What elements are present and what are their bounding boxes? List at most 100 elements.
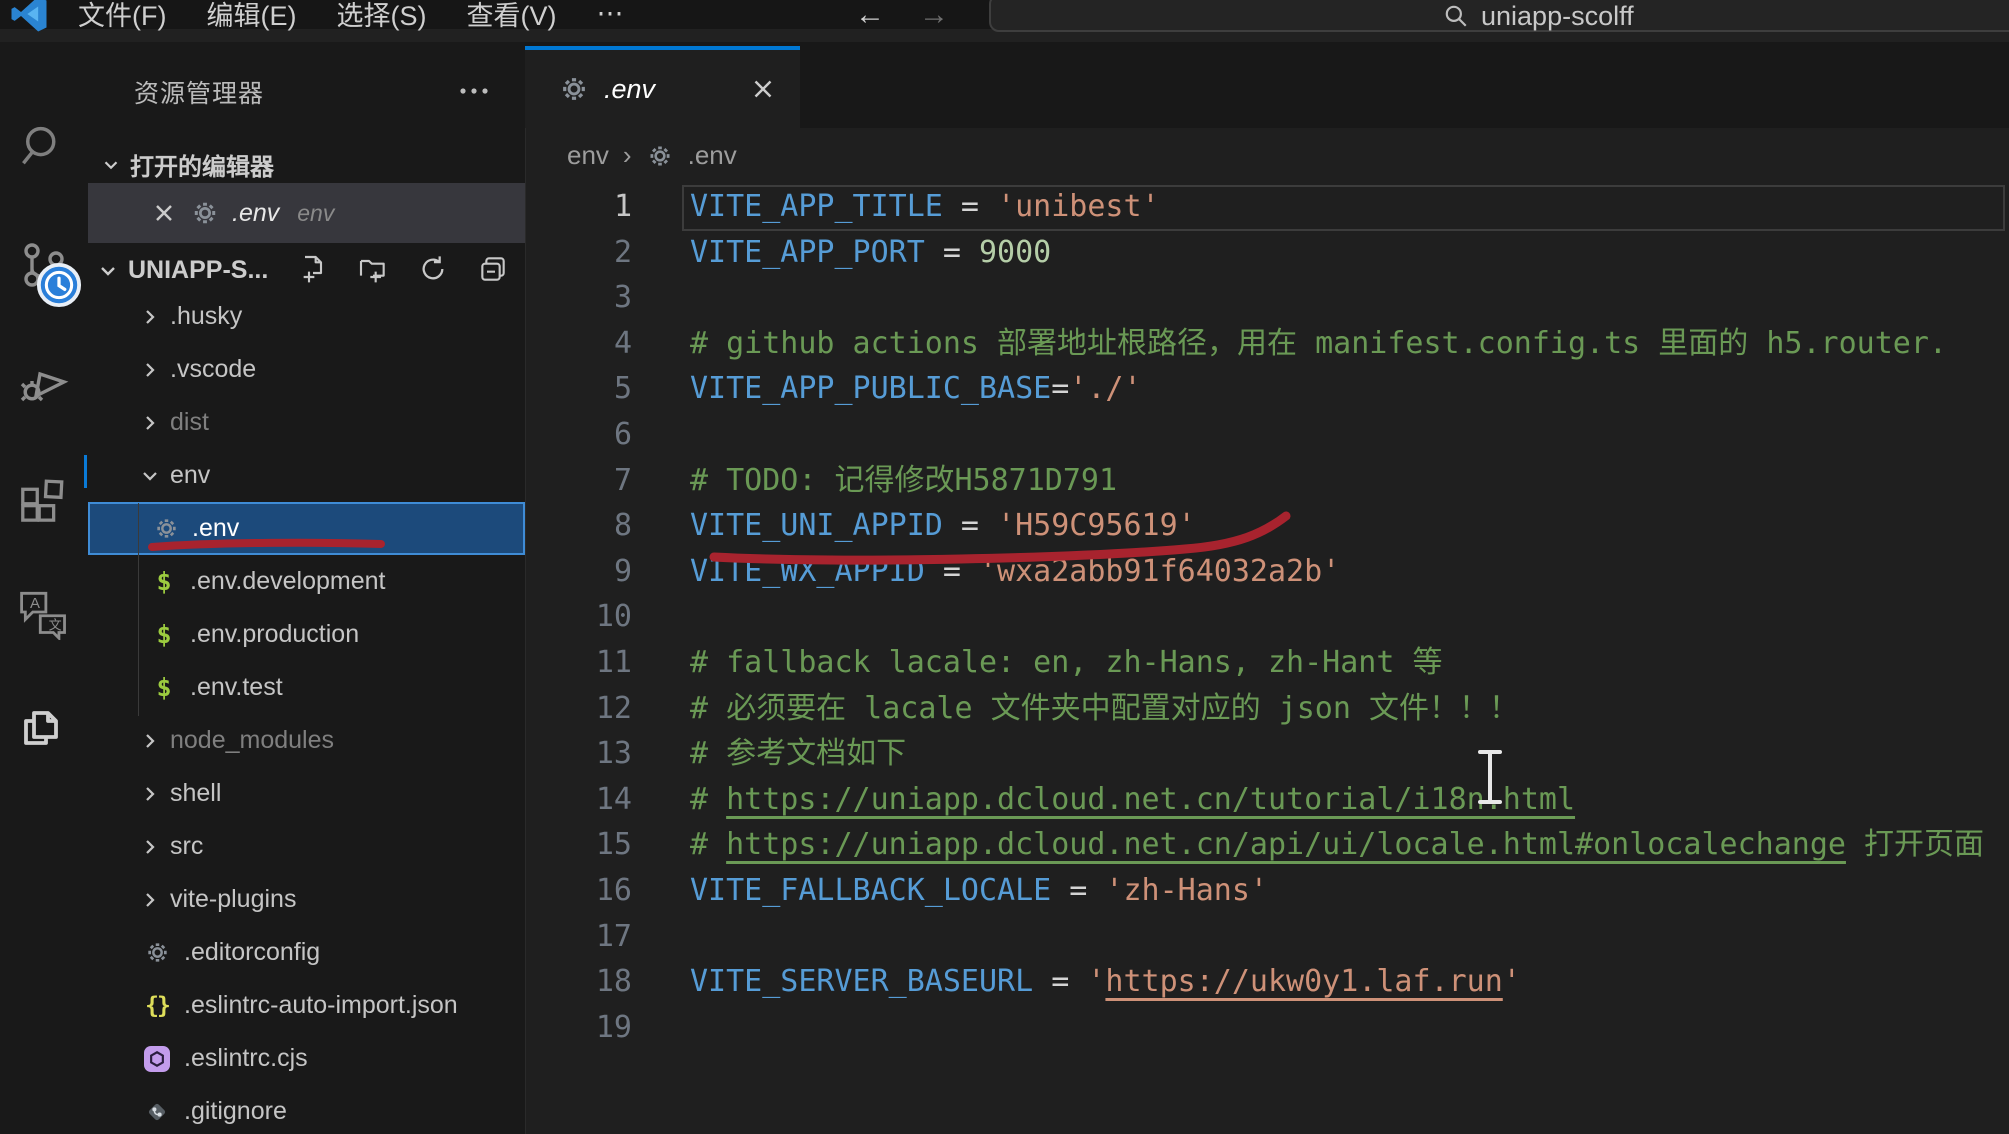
tab-env[interactable]: .env [525, 46, 800, 128]
chevron-down-icon [100, 154, 122, 176]
tree-item-.env.development[interactable]: $.env.development [88, 555, 525, 608]
search-icon[interactable] [0, 112, 87, 182]
code-line-18[interactable]: 18VITE_SERVER_BASEURL = 'https://ukw0y1.… [525, 959, 2009, 1005]
json-braces-icon: {} [143, 992, 171, 1020]
command-center-search[interactable]: uniapp-scolff [989, 0, 2009, 32]
tree-item-label: .env.production [190, 620, 359, 649]
tree-item-vite-plugins[interactable]: vite-plugins [88, 873, 525, 926]
project-section-header[interactable]: UNIAPP-S... [96, 256, 268, 285]
vscode-window: 文件(F) 编辑(E) 选择(S) 查看(V) ⋯ ← → uniapp-sco… [0, 0, 2009, 1134]
close-icon[interactable] [748, 74, 778, 104]
code-line-16[interactable]: 16 VITE_FALLBACK_LOCALE = 'zh-Hans' [525, 868, 2009, 914]
breadcrumb-separator: › [623, 140, 632, 171]
code-line-9[interactable]: 9VITE_WX_APPID = 'wxa2abb91f64032a2b' [525, 549, 2009, 595]
extensions-icon[interactable] [0, 462, 87, 532]
code-line-1[interactable]: 1VITE_APP_TITLE = 'unibest' [525, 184, 2009, 230]
refresh-icon[interactable] [416, 252, 450, 286]
tree-item-label: .env [192, 514, 239, 543]
back-arrow-icon[interactable]: ← [855, 0, 885, 32]
env-file-icon: $ [150, 621, 178, 649]
tree-item-.env.production[interactable]: $ .env.production [88, 608, 525, 661]
translate-icon[interactable]: A 文 [0, 577, 87, 647]
code-line-17[interactable]: 17 [525, 914, 2009, 960]
line-number: 11 [525, 640, 632, 686]
tree-item-shell[interactable]: shell [88, 767, 525, 820]
code-line-7[interactable]: 7# TODO: 记得修改H5871D791 [525, 458, 2009, 504]
chevron-right-icon [136, 886, 164, 914]
collapse-all-icon[interactable] [476, 252, 510, 286]
code-line-19[interactable]: 19 [525, 1005, 2009, 1051]
code-line-12[interactable]: 12# 必须要在 lacale 文件夹中配置对应的 json 文件！！！ [525, 686, 2009, 732]
env-file-icon: $ [150, 674, 178, 702]
activity-bar: A 文 [0, 42, 88, 1134]
gear-icon [143, 939, 171, 967]
new-folder-icon[interactable] [356, 252, 390, 286]
code-line-text: VITE_APP_PORT = 9000 [690, 230, 1051, 276]
tree-item-.eslintrc-auto-import.json[interactable]: {}.eslintrc-auto-import.json [88, 979, 525, 1032]
run-debug-icon[interactable] [0, 347, 87, 417]
tree-item-.env.test[interactable]: $.env.test [88, 661, 525, 714]
code-line-text: VITE_APP_PUBLIC_BASE='./' [690, 366, 1142, 412]
svg-text:A: A [30, 595, 40, 612]
open-editors-section[interactable]: 打开的编辑器 [100, 147, 274, 182]
line-number: 12 [525, 686, 632, 732]
new-file-icon[interactable] [296, 252, 330, 286]
code-line-11[interactable]: 11# fallback lacale: en, zh-Hans, zh-Han… [525, 640, 2009, 686]
tree-item-label: .eslintrc.cjs [184, 1044, 308, 1073]
tree-item-dist[interactable]: dist [88, 396, 525, 449]
line-number: 4 [525, 321, 632, 367]
menu-view[interactable]: 查看(V) [466, 0, 556, 33]
line-number: 18 [525, 959, 632, 1005]
tree-item-.vscode[interactable]: .vscode [88, 343, 525, 396]
tree-item-.env[interactable]: .env [88, 502, 525, 555]
code-line-6[interactable]: 6 [525, 412, 2009, 458]
breadcrumb-folder[interactable]: env [567, 140, 609, 171]
explorer-pages-icon[interactable] [0, 692, 87, 762]
line-number: 3 [525, 275, 632, 321]
forward-arrow-icon[interactable]: → [919, 0, 949, 32]
code-line-2[interactable]: 2VITE_APP_PORT = 9000 [525, 230, 2009, 276]
code-line-text: VITE_FALLBACK_LOCALE = 'zh-Hans' [690, 868, 1268, 914]
tree-item-label: .vscode [170, 355, 256, 384]
breadcrumb-file[interactable]: .env [688, 140, 737, 171]
code-line-3[interactable]: 3 [525, 275, 2009, 321]
line-number: 16 [525, 868, 632, 914]
history-nav: ← → [855, 0, 949, 32]
tree-item-.husky[interactable]: .husky [88, 290, 525, 343]
menu-bar: 文件(F) 编辑(E) 选择(S) 查看(V) ⋯ [78, 0, 623, 29]
tab-label: .env [604, 74, 655, 105]
code-line-8[interactable]: 8VITE_UNI_APPID = 'H59C95619' [525, 503, 2009, 549]
code-line-4[interactable]: 4# github actions 部署地址根路径，用在 manifest.co… [525, 321, 2009, 367]
code-line-text: VITE_WX_APPID = 'wxa2abb91f64032a2b' [690, 549, 1340, 595]
line-number: 15 [525, 822, 632, 868]
code-line-text: # 参考文档如下 [690, 731, 906, 777]
code-line-5[interactable]: 5VITE_APP_PUBLIC_BASE='./' [525, 366, 2009, 412]
code-line-10[interactable]: 10 [525, 594, 2009, 640]
tree-item-.eslintrc.cjs[interactable]: .eslintrc.cjs [88, 1032, 525, 1085]
tree-item-.gitignore[interactable]: .gitignore [88, 1085, 525, 1134]
menu-file[interactable]: 文件(F) [78, 0, 166, 33]
code-line-text: VITE_UNI_APPID = 'H59C95619' [690, 503, 1196, 549]
code-line-text: # https://uniapp.dcloud.net.cn/api/ui/lo… [690, 822, 1984, 868]
code-line-15[interactable]: 15 # https://uniapp.dcloud.net.cn/api/ui/… [525, 822, 2009, 868]
chevron-right-icon [136, 727, 164, 755]
code-line-13[interactable]: 13# 参考文档如下 [525, 731, 2009, 777]
source-control-icon[interactable] [0, 232, 87, 302]
tree-item-src[interactable]: src [88, 820, 525, 873]
close-icon[interactable] [150, 199, 178, 227]
line-number: 14 [525, 777, 632, 823]
menu-more[interactable]: ⋯ [596, 0, 623, 29]
tree-item-nodemodules[interactable]: node_modules [88, 714, 525, 767]
tree-item-.editorconfig[interactable]: .editorconfig [88, 926, 525, 979]
tree-item-label: src [170, 832, 203, 861]
menu-selection[interactable]: 选择(S) [336, 0, 426, 33]
tree-item-env[interactable]: env [88, 449, 525, 502]
chevron-right-icon [136, 356, 164, 384]
line-number: 19 [525, 1005, 632, 1051]
vscode-logo [8, 0, 50, 34]
code-line-14[interactable]: 14# https://uniapp.dcloud.net.cn/tutoria… [525, 777, 2009, 823]
menu-edit[interactable]: 编辑(E) [206, 0, 296, 33]
more-actions-icon[interactable] [452, 78, 496, 104]
open-editor-item-env[interactable]: .env env [88, 183, 525, 243]
chevron-right-icon [136, 780, 164, 808]
